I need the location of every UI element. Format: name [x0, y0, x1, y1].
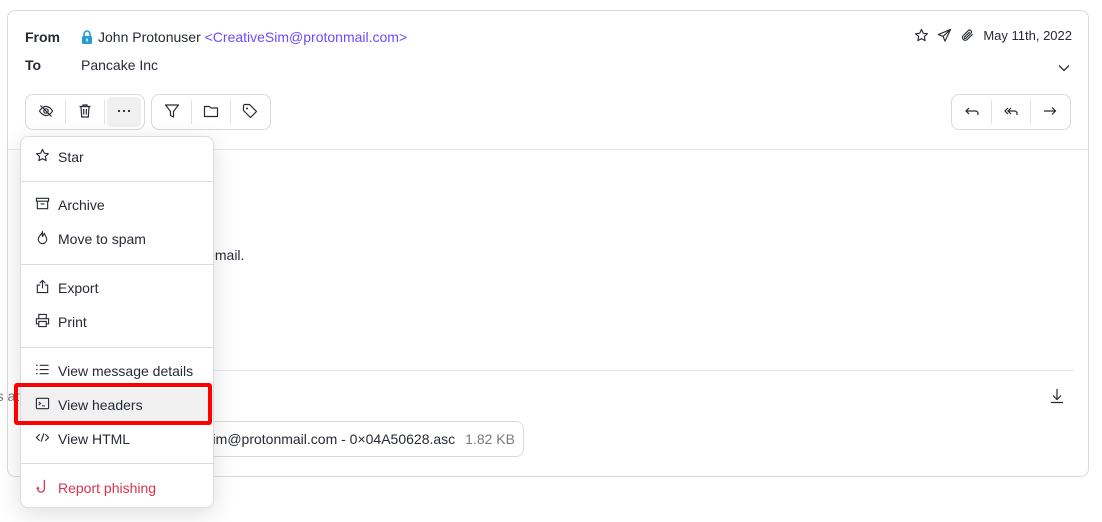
reply-group: [951, 94, 1071, 130]
menu-item-label: Export: [58, 280, 99, 296]
menu-separator: [21, 463, 213, 464]
menu-item-label: View headers: [58, 397, 143, 413]
sender[interactable]: John Protonuser <CreativeSim@protonmail.…: [81, 29, 407, 47]
menu-item-export[interactable]: Export: [21, 272, 213, 304]
menu-item-view-headers[interactable]: View headers: [21, 389, 213, 421]
menu-separator: [21, 181, 213, 182]
move-to-folder-button[interactable]: [194, 97, 228, 127]
message-meta: May 11th, 2022: [914, 28, 1072, 43]
menu-item-label: Print: [58, 314, 87, 330]
menu-separator: [21, 264, 213, 265]
mark-unread-button[interactable]: [29, 97, 63, 127]
menu-item-star[interactable]: Star: [21, 141, 213, 173]
star-icon: [35, 148, 50, 166]
filter-button[interactable]: [155, 97, 189, 127]
paper-plane-icon: [937, 28, 952, 43]
reply-all-button[interactable]: [994, 97, 1028, 127]
sender-name: John Protonuser: [98, 29, 201, 45]
terminal-icon: [35, 396, 50, 414]
reply-button[interactable]: [955, 97, 989, 127]
forward-icon: [1042, 103, 1058, 122]
message-actions-group: [25, 94, 145, 130]
label-button[interactable]: [233, 97, 267, 127]
menu-item-report-phishing[interactable]: Report phishing: [21, 472, 213, 504]
archive-icon: [35, 196, 50, 214]
message-date: May 11th, 2022: [983, 28, 1072, 43]
to-label: To: [25, 57, 42, 73]
paperclip-icon: [960, 28, 975, 43]
code-icon: [35, 430, 50, 448]
export-icon: [35, 279, 50, 297]
menu-item-print[interactable]: Print: [21, 306, 213, 338]
separator: [991, 100, 992, 124]
star-icon[interactable]: [914, 28, 929, 43]
printer-icon: [35, 313, 50, 331]
recipient[interactable]: Pancake Inc: [81, 57, 158, 73]
attachment-size: 1.82 KB: [465, 431, 515, 447]
more-actions-button[interactable]: [107, 97, 141, 127]
from-label: From: [25, 29, 60, 45]
menu-item-label: Star: [58, 149, 84, 165]
separator: [191, 100, 192, 124]
menu-item-label: Archive: [58, 197, 105, 213]
separator: [65, 100, 66, 124]
reply-icon: [964, 103, 980, 122]
folder-icon: [203, 103, 219, 122]
download-all-button[interactable]: [1050, 388, 1064, 407]
menu-item-label: View HTML: [58, 431, 131, 447]
menu-item-label: Report phishing: [58, 480, 157, 496]
eye-slash-icon: [38, 103, 54, 122]
menu-item-label: Move to spam: [58, 231, 146, 247]
delete-button[interactable]: [68, 97, 102, 127]
forward-button[interactable]: [1033, 97, 1067, 127]
more-actions-menu: Star Archive Move to spam Export Print V…: [20, 136, 214, 508]
reply-all-icon: [1003, 103, 1019, 122]
separator: [104, 100, 105, 124]
fire-icon: [35, 230, 50, 248]
menu-item-view-html[interactable]: View HTML: [21, 423, 213, 455]
menu-item-move-to-spam[interactable]: Move to spam: [21, 223, 213, 255]
menu-separator: [21, 347, 213, 348]
chevron-down-icon[interactable]: [1058, 59, 1070, 75]
lock-icon: [81, 30, 93, 47]
organize-group: [151, 94, 271, 130]
separator: [230, 100, 231, 124]
tag-icon: [242, 103, 258, 122]
separator: [1030, 100, 1031, 124]
menu-item-archive[interactable]: Archive: [21, 189, 213, 221]
more-icon: [116, 103, 132, 122]
trash-icon: [77, 103, 93, 122]
menu-item-label: View message details: [58, 363, 194, 379]
menu-item-view-message-details[interactable]: View message details: [21, 355, 213, 387]
filter-icon: [164, 103, 180, 122]
download-icon: [1050, 389, 1064, 407]
sender-email: <CreativeSim@protonmail.com>: [204, 29, 408, 45]
hook-icon: [35, 479, 50, 497]
list-icon: [35, 362, 50, 380]
